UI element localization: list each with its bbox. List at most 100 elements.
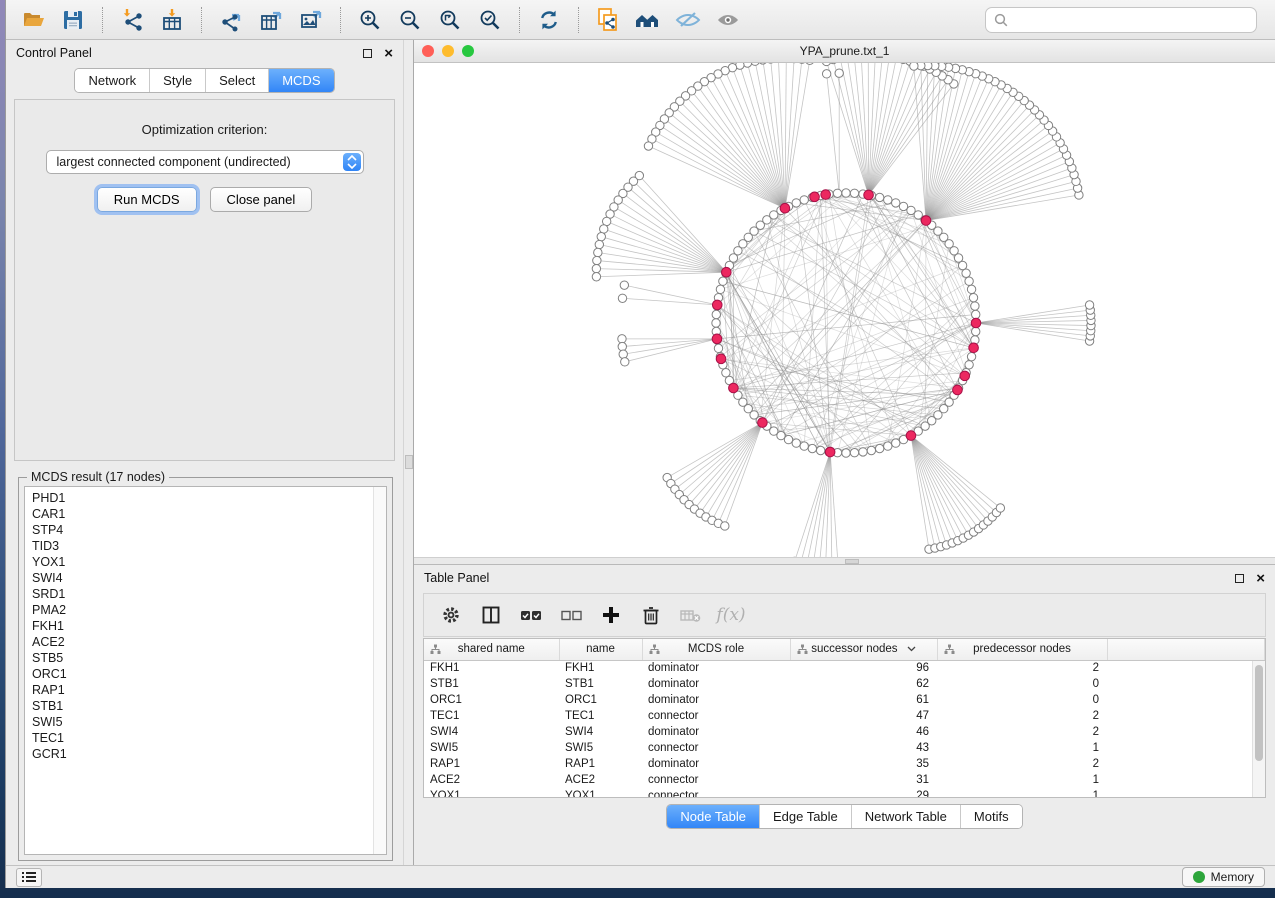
network-canvas[interactable] bbox=[414, 63, 1275, 557]
table-row[interactable]: ORC1 ORC1 dominator 61 0 bbox=[424, 692, 1265, 708]
search-icon bbox=[994, 13, 1008, 27]
tab-network[interactable]: Network bbox=[75, 69, 150, 92]
main-toolbar bbox=[6, 0, 1275, 40]
zoom-in-button[interactable] bbox=[353, 5, 387, 35]
table-row[interactable]: FKH1 FKH1 dominator 96 2 bbox=[424, 660, 1265, 676]
table-row[interactable]: YOX1 YOX1 connector 29 1 bbox=[424, 788, 1265, 798]
zoom-out-button[interactable] bbox=[393, 5, 427, 35]
control-panel: Control Panel × Network Style Select MCD… bbox=[6, 40, 403, 865]
copy-style-icon bbox=[595, 7, 621, 33]
tab-mcds[interactable]: MCDS bbox=[269, 69, 333, 92]
export-network-button[interactable] bbox=[214, 5, 248, 35]
list-item[interactable]: PHD1 bbox=[32, 490, 386, 506]
delete-table-button[interactable] bbox=[676, 600, 706, 630]
save-floppy-icon bbox=[61, 8, 85, 32]
add-column-button[interactable] bbox=[596, 600, 626, 630]
float-panel-icon[interactable] bbox=[363, 49, 372, 58]
search-input[interactable] bbox=[1014, 13, 1248, 27]
select-all-button[interactable] bbox=[516, 600, 546, 630]
list-item[interactable]: ACE2 bbox=[32, 634, 386, 650]
save-session-button[interactable] bbox=[56, 5, 90, 35]
list-item[interactable]: CAR1 bbox=[32, 506, 386, 522]
table-row[interactable]: TEC1 TEC1 connector 47 2 bbox=[424, 708, 1265, 724]
close-panel-button[interactable]: Close panel bbox=[210, 187, 313, 212]
scrollbar-thumb[interactable] bbox=[1255, 665, 1263, 761]
zoom-in-icon bbox=[358, 8, 382, 32]
list-item[interactable]: FKH1 bbox=[32, 618, 386, 634]
memory-button[interactable]: Memory bbox=[1182, 867, 1265, 887]
vertical-splitter[interactable] bbox=[403, 40, 414, 865]
list-item[interactable]: ORC1 bbox=[32, 666, 386, 682]
splitter-grip[interactable] bbox=[845, 559, 859, 564]
table-row[interactable]: SWI5 SWI5 connector 43 1 bbox=[424, 740, 1265, 756]
list-item[interactable]: SRD1 bbox=[32, 586, 386, 602]
hierarchy-icon bbox=[797, 644, 808, 658]
refresh-button[interactable] bbox=[532, 5, 566, 35]
float-panel-icon[interactable] bbox=[1235, 574, 1244, 583]
copy-style-button[interactable] bbox=[591, 5, 625, 35]
horizontal-splitter[interactable] bbox=[414, 557, 1275, 565]
table-row[interactable]: RAP1 RAP1 dominator 35 2 bbox=[424, 756, 1265, 772]
application-window: Control Panel × Network Style Select MCD… bbox=[5, 0, 1275, 888]
gear-icon bbox=[440, 604, 462, 626]
list-item[interactable]: SWI5 bbox=[32, 714, 386, 730]
zoom-selected-button[interactable] bbox=[473, 5, 507, 35]
table-row[interactable]: ACE2 ACE2 connector 31 1 bbox=[424, 772, 1265, 788]
column-header-mcds-role[interactable]: MCDS role bbox=[642, 639, 790, 660]
import-network-button[interactable] bbox=[115, 5, 149, 35]
home-layout-button[interactable] bbox=[631, 5, 665, 35]
trash-icon bbox=[640, 604, 662, 626]
network-window-titlebar[interactable]: YPA_prune.txt_1 bbox=[414, 40, 1275, 63]
column-header-successor-nodes[interactable]: successor nodes bbox=[790, 639, 937, 660]
list-item[interactable]: TID3 bbox=[32, 538, 386, 554]
export-image-icon bbox=[299, 8, 323, 32]
list-item[interactable]: YOX1 bbox=[32, 554, 386, 570]
splitter-grip[interactable] bbox=[405, 455, 413, 469]
tab-node-table[interactable]: Node Table bbox=[667, 805, 760, 828]
list-item[interactable]: STP4 bbox=[32, 522, 386, 538]
open-file-button[interactable] bbox=[16, 5, 50, 35]
list-item[interactable]: STB1 bbox=[32, 698, 386, 714]
tab-network-table[interactable]: Network Table bbox=[852, 805, 961, 828]
list-item[interactable]: STB5 bbox=[32, 650, 386, 666]
close-panel-icon[interactable]: × bbox=[1256, 574, 1265, 583]
tab-edge-table[interactable]: Edge Table bbox=[760, 805, 852, 828]
table-row[interactable]: SWI4 SWI4 dominator 46 2 bbox=[424, 724, 1265, 740]
show-columns-button[interactable] bbox=[476, 600, 506, 630]
show-all-button[interactable] bbox=[711, 5, 745, 35]
function-builder-button[interactable]: f(x) bbox=[716, 600, 746, 630]
column-header-shared-name[interactable]: shared name bbox=[424, 639, 559, 660]
zoom-fit-button[interactable] bbox=[433, 5, 467, 35]
table-row[interactable]: STB1 STB1 dominator 62 0 bbox=[424, 676, 1265, 692]
criterion-dropdown[interactable]: largest connected component (undirected) bbox=[46, 150, 364, 174]
column-header-name[interactable]: name bbox=[559, 639, 642, 660]
tab-select[interactable]: Select bbox=[206, 69, 269, 92]
run-mcds-button[interactable]: Run MCDS bbox=[97, 187, 197, 212]
mcds-list-scrollbar[interactable] bbox=[373, 487, 386, 854]
plus-icon bbox=[600, 604, 622, 626]
network-graph[interactable] bbox=[414, 63, 1275, 557]
list-item[interactable]: GCR1 bbox=[32, 746, 386, 762]
table-toolbar: f(x) bbox=[423, 593, 1266, 637]
refresh-icon bbox=[537, 8, 561, 32]
list-item[interactable]: RAP1 bbox=[32, 682, 386, 698]
tab-motifs[interactable]: Motifs bbox=[961, 805, 1022, 828]
list-item[interactable]: TEC1 bbox=[32, 730, 386, 746]
tab-style[interactable]: Style bbox=[150, 69, 206, 92]
table-options-button[interactable] bbox=[436, 600, 466, 630]
column-header-predecessor-nodes[interactable]: predecessor nodes bbox=[937, 639, 1107, 660]
search-box[interactable] bbox=[985, 7, 1257, 33]
import-table-button[interactable] bbox=[155, 5, 189, 35]
export-image-button[interactable] bbox=[294, 5, 328, 35]
close-panel-icon[interactable]: × bbox=[384, 49, 393, 58]
export-table-button[interactable] bbox=[254, 5, 288, 35]
deselect-all-button[interactable] bbox=[556, 600, 586, 630]
task-history-button[interactable] bbox=[16, 868, 42, 887]
list-item[interactable]: PMA2 bbox=[32, 602, 386, 618]
checked-checkboxes-icon bbox=[519, 604, 543, 626]
table-scrollbar[interactable] bbox=[1252, 661, 1265, 797]
delete-columns-button[interactable] bbox=[636, 600, 666, 630]
hierarchy-icon bbox=[649, 644, 660, 658]
list-item[interactable]: SWI4 bbox=[32, 570, 386, 586]
hide-selected-button[interactable] bbox=[671, 5, 705, 35]
